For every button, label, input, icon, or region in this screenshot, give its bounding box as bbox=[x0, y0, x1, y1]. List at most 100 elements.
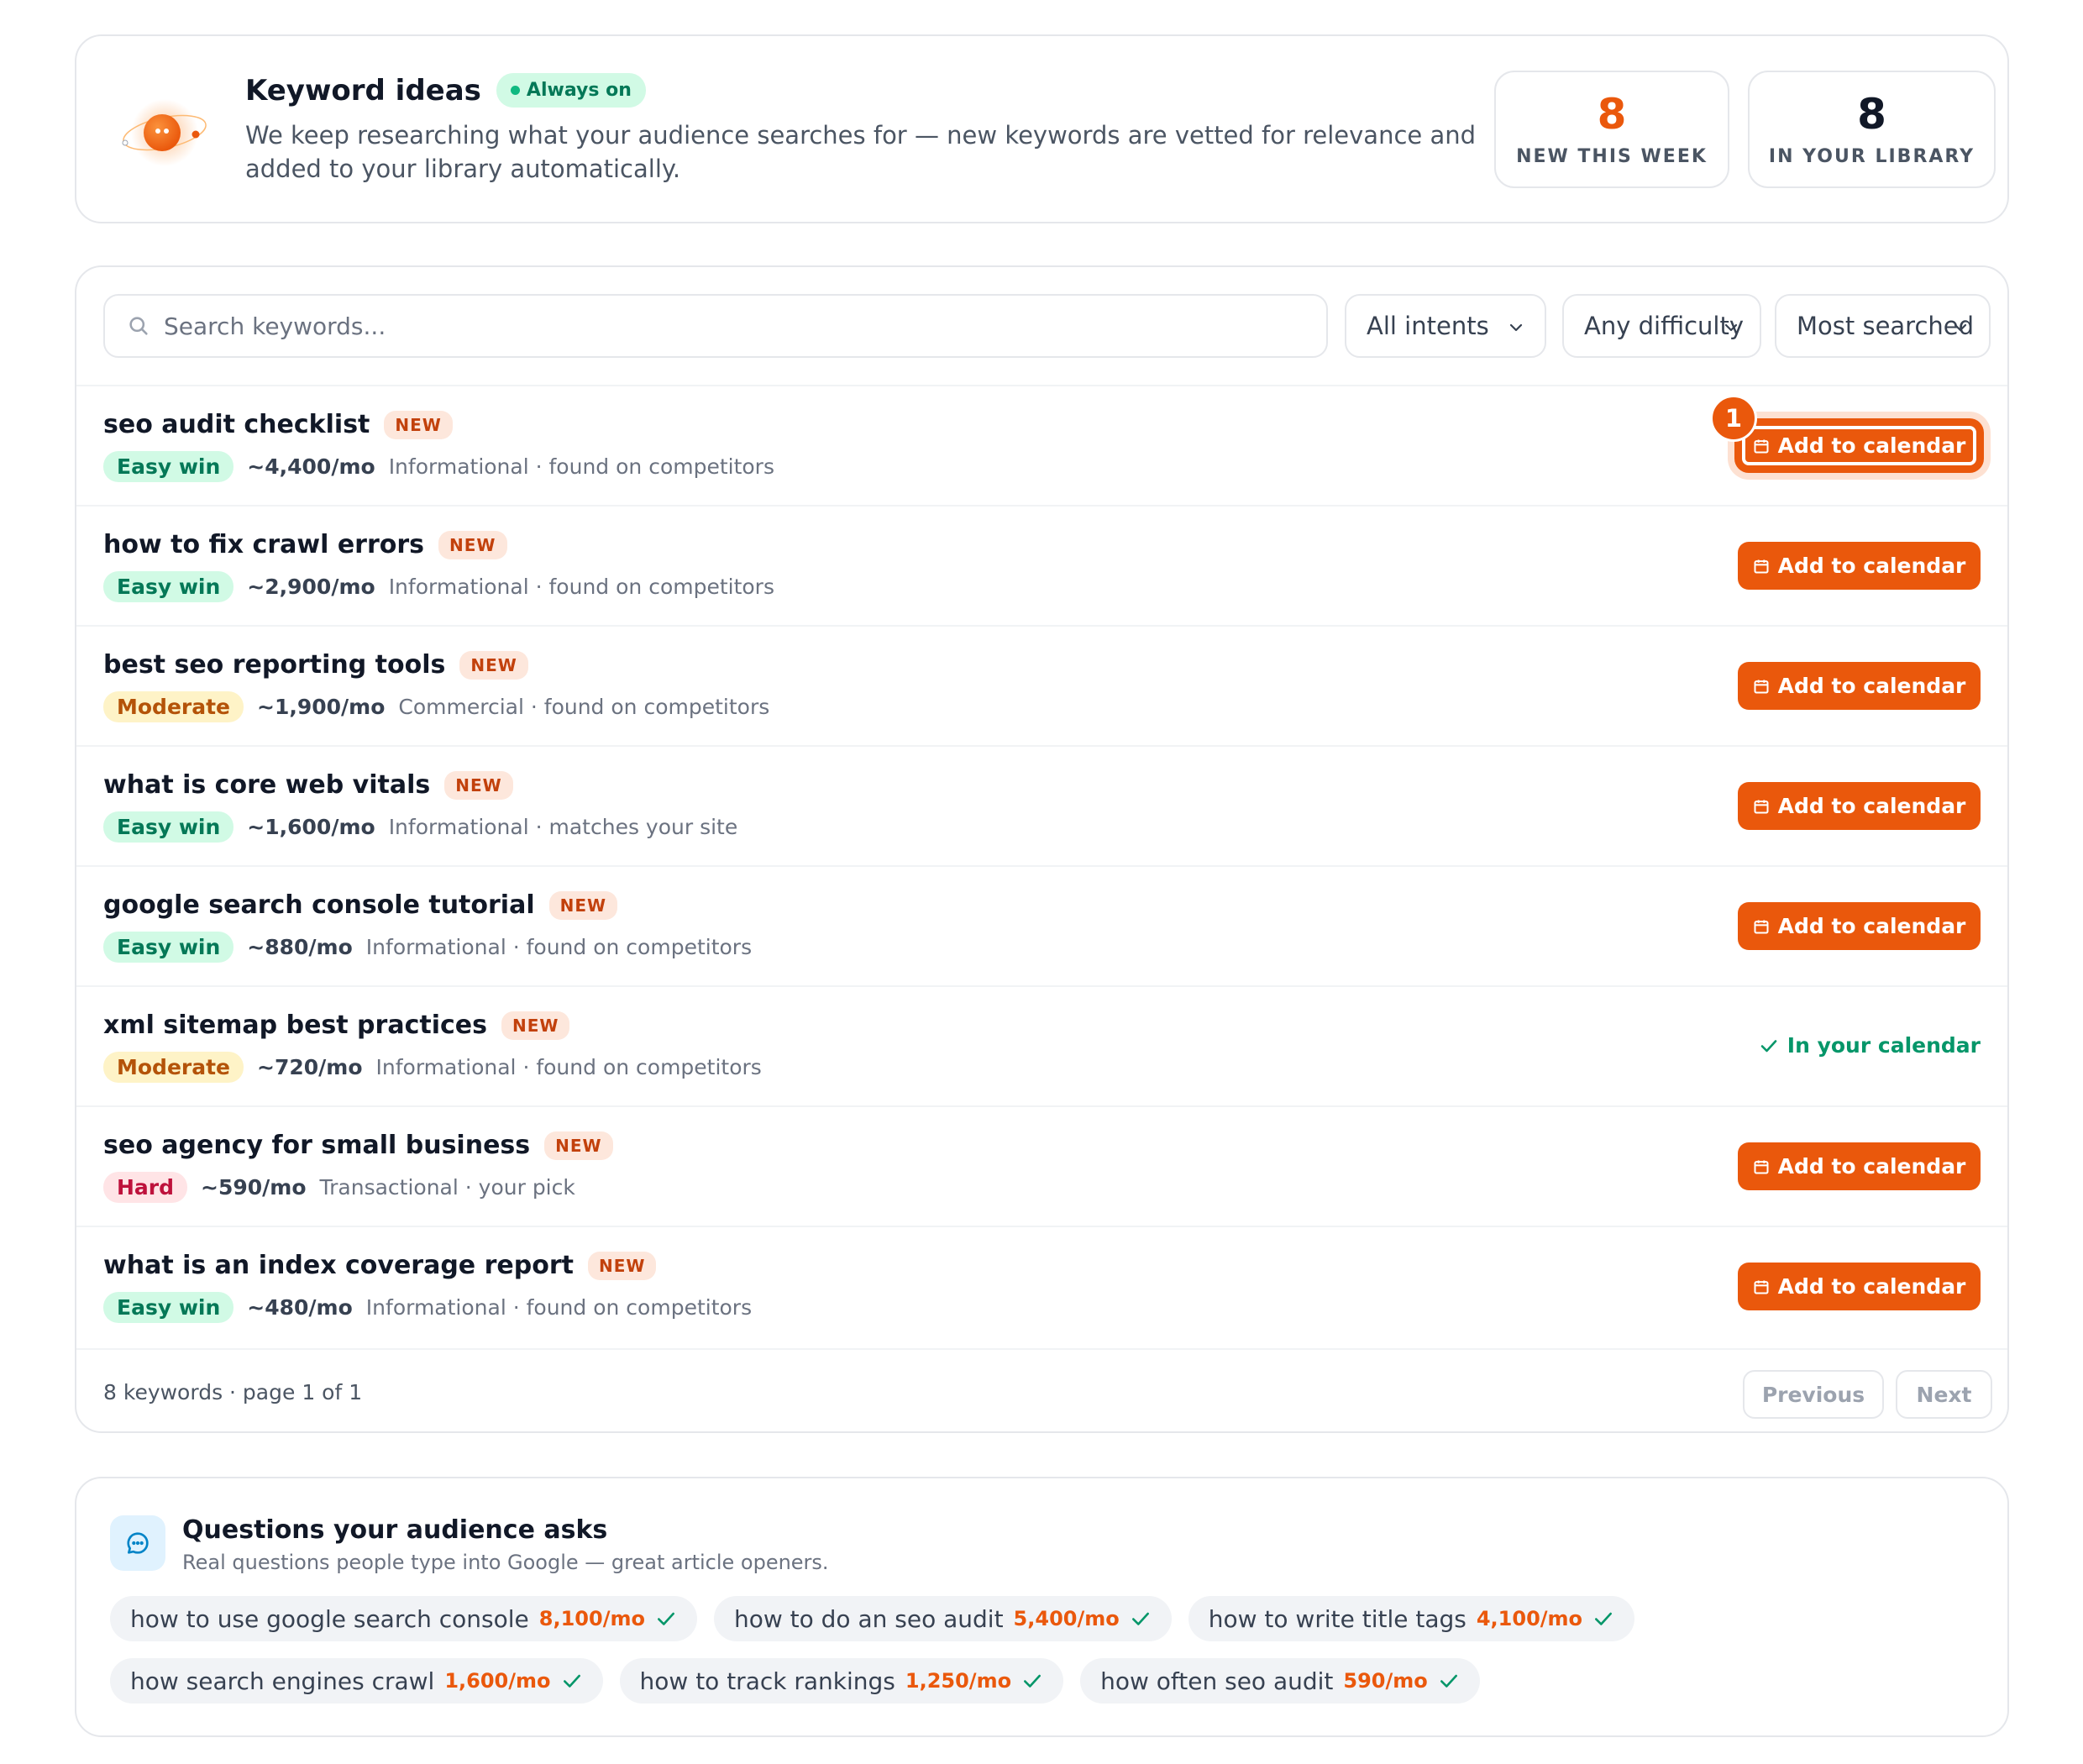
always-on-badge: Always on bbox=[496, 73, 646, 108]
question-text: how search engines crawl bbox=[130, 1667, 435, 1695]
search-volume: ~590/mo bbox=[201, 1175, 307, 1200]
stat-new-label: NEW THIS WEEK bbox=[1516, 146, 1708, 167]
keyword-meta: Informational · found on competitors bbox=[365, 935, 753, 959]
new-tag: NEW bbox=[548, 890, 618, 920]
add-to-calendar-label: Add to calendar bbox=[1777, 1154, 1966, 1179]
stat-library-value: 8 bbox=[1857, 90, 1886, 139]
keyword-meta: Informational · found on competitors bbox=[365, 1295, 753, 1320]
search-volume: ~2,900/mo bbox=[247, 575, 375, 599]
add-to-calendar-button[interactable]: Add to calendar bbox=[1738, 662, 1981, 710]
search-volume: ~720/mo bbox=[257, 1055, 363, 1079]
next-page-button[interactable]: Next bbox=[1896, 1370, 1992, 1419]
add-to-calendar-label: Add to calendar bbox=[1777, 914, 1966, 938]
keyword-row: seo audit checklist NEW Easy win ~4,400/… bbox=[76, 385, 2007, 505]
difficulty-badge: Easy win bbox=[103, 1292, 234, 1323]
search-box[interactable] bbox=[103, 294, 1328, 358]
add-to-calendar-button[interactable]: Add to calendar bbox=[1738, 902, 1981, 950]
new-tag: NEW bbox=[587, 1251, 657, 1280]
audience-questions-card: Questions your audience asks Real questi… bbox=[75, 1477, 2009, 1737]
chevron-down-icon bbox=[1509, 323, 1523, 332]
difficulty-filter-value: Any difficulty bbox=[1584, 312, 1745, 340]
add-to-calendar-button[interactable]: Add to calendar bbox=[1738, 422, 1981, 470]
add-to-calendar-label: Add to calendar bbox=[1777, 674, 1966, 698]
question-text: how to write title tags bbox=[1208, 1604, 1466, 1633]
sort-value: Most searched bbox=[1797, 312, 1975, 340]
search-volume: ~480/mo bbox=[247, 1295, 353, 1320]
intent-filter-value: All intents bbox=[1367, 312, 1489, 340]
question-chip[interactable]: how to write title tags 4,100/mo bbox=[1188, 1596, 1635, 1641]
intent-filter-select[interactable]: All intents bbox=[1345, 294, 1546, 358]
add-to-calendar-label: Add to calendar bbox=[1777, 433, 1966, 458]
keyword-meta: Informational · found on competitors bbox=[388, 575, 774, 599]
check-icon bbox=[563, 1674, 580, 1688]
calendar-icon bbox=[1754, 920, 1769, 933]
keyword-meta: Transactional · your pick bbox=[319, 1175, 575, 1200]
search-input[interactable] bbox=[164, 312, 1256, 340]
add-to-calendar-label: Add to calendar bbox=[1777, 794, 1966, 818]
chevron-down-icon bbox=[1724, 323, 1738, 332]
keyword-row: seo agency for small business NEW Hard ~… bbox=[76, 1105, 2007, 1226]
pagination-footer: 8 keywords · page 1 of 1 Previous Next bbox=[76, 1348, 2007, 1431]
add-to-calendar-label: Add to calendar bbox=[1777, 1274, 1966, 1299]
keyword-text: how to fix crawl errors bbox=[103, 530, 425, 559]
new-tag: NEW bbox=[459, 650, 528, 680]
search-volume: ~1,600/mo bbox=[247, 815, 375, 839]
add-to-calendar-button[interactable]: Add to calendar bbox=[1738, 782, 1981, 830]
search-volume: ~880/mo bbox=[247, 935, 353, 959]
question-volume: 5,400/mo bbox=[1013, 1607, 1120, 1630]
question-chip[interactable]: how to track rankings 1,250/mo bbox=[619, 1658, 1064, 1704]
add-to-calendar-button[interactable]: Add to calendar bbox=[1738, 1263, 1981, 1310]
question-volume: 1,250/mo bbox=[905, 1669, 1012, 1693]
new-tag: NEW bbox=[501, 1011, 570, 1040]
calendar-icon bbox=[1754, 439, 1769, 453]
keyword-row: what is core web vitals NEW Easy win ~1,… bbox=[76, 745, 2007, 865]
questions-subtitle: Real questions people type into Google —… bbox=[182, 1551, 829, 1574]
new-tag: NEW bbox=[544, 1131, 613, 1160]
previous-page-button[interactable]: Previous bbox=[1743, 1370, 1884, 1419]
calendar-icon bbox=[1754, 680, 1769, 693]
add-to-calendar-button[interactable]: Add to calendar bbox=[1738, 1142, 1981, 1190]
question-text: how to track rankings bbox=[639, 1667, 895, 1695]
chat-bubble-icon bbox=[110, 1515, 165, 1571]
pagination-summary: 8 keywords · page 1 of 1 bbox=[103, 1380, 363, 1404]
page-title: Keyword ideas bbox=[245, 73, 481, 108]
keyword-text: google search console tutorial bbox=[103, 890, 535, 920]
add-to-calendar-label: Add to calendar bbox=[1777, 554, 1966, 578]
question-volume: 590/mo bbox=[1343, 1669, 1428, 1693]
keyword-row: what is an index coverage report NEW Eas… bbox=[76, 1226, 2007, 1346]
question-chip[interactable]: how to use google search console 8,100/m… bbox=[110, 1596, 697, 1641]
keyword-meta: Informational · found on competitors bbox=[375, 1055, 762, 1079]
difficulty-filter-select[interactable]: Any difficulty bbox=[1562, 294, 1761, 358]
question-text: how to use google search console bbox=[130, 1604, 529, 1633]
question-chip[interactable]: how often seo audit 590/mo bbox=[1080, 1658, 1480, 1704]
keyword-meta: Commercial · found on competitors bbox=[398, 695, 770, 719]
calendar-icon bbox=[1754, 559, 1769, 573]
calendar-icon bbox=[1754, 1160, 1769, 1173]
difficulty-badge: Hard bbox=[103, 1172, 188, 1203]
in-calendar-status: In your calendar bbox=[1759, 1033, 1981, 1058]
keyword-row: best seo reporting tools NEW Moderate ~1… bbox=[76, 625, 2007, 745]
keyword-text: what is an index coverage report bbox=[103, 1251, 574, 1280]
difficulty-badge: Easy win bbox=[103, 571, 234, 602]
sort-select[interactable]: Most searched bbox=[1775, 294, 1991, 358]
add-to-calendar-button[interactable]: Add to calendar bbox=[1738, 542, 1981, 590]
difficulty-badge: Moderate bbox=[103, 1052, 244, 1083]
new-tag: NEW bbox=[384, 410, 453, 439]
header-description: We keep researching what your audience s… bbox=[245, 121, 1477, 183]
questions-title: Questions your audience asks bbox=[182, 1515, 608, 1545]
keyword-text: best seo reporting tools bbox=[103, 650, 446, 680]
step-badge: 1 bbox=[1710, 395, 1757, 442]
question-text: how to do an seo audit bbox=[733, 1604, 1004, 1633]
question-volume: 8,100/mo bbox=[538, 1607, 645, 1630]
keyword-text: what is core web vitals bbox=[103, 770, 431, 800]
check-icon bbox=[1440, 1674, 1457, 1688]
keyword-row: google search console tutorial NEW Easy … bbox=[76, 865, 2007, 985]
question-chip[interactable]: how to do an seo audit 5,400/mo bbox=[713, 1596, 1172, 1641]
question-chip[interactable]: how search engines crawl 1,600/mo bbox=[110, 1658, 603, 1704]
keyword-row: how to fix crawl errors NEW Easy win ~2,… bbox=[76, 505, 2007, 625]
keyword-meta: Informational · found on competitors bbox=[388, 454, 774, 479]
difficulty-badge: Easy win bbox=[103, 451, 234, 482]
keyword-text: seo agency for small business bbox=[103, 1131, 531, 1160]
check-icon bbox=[1131, 1612, 1149, 1625]
keyword-meta: Informational · matches your site bbox=[388, 815, 738, 839]
